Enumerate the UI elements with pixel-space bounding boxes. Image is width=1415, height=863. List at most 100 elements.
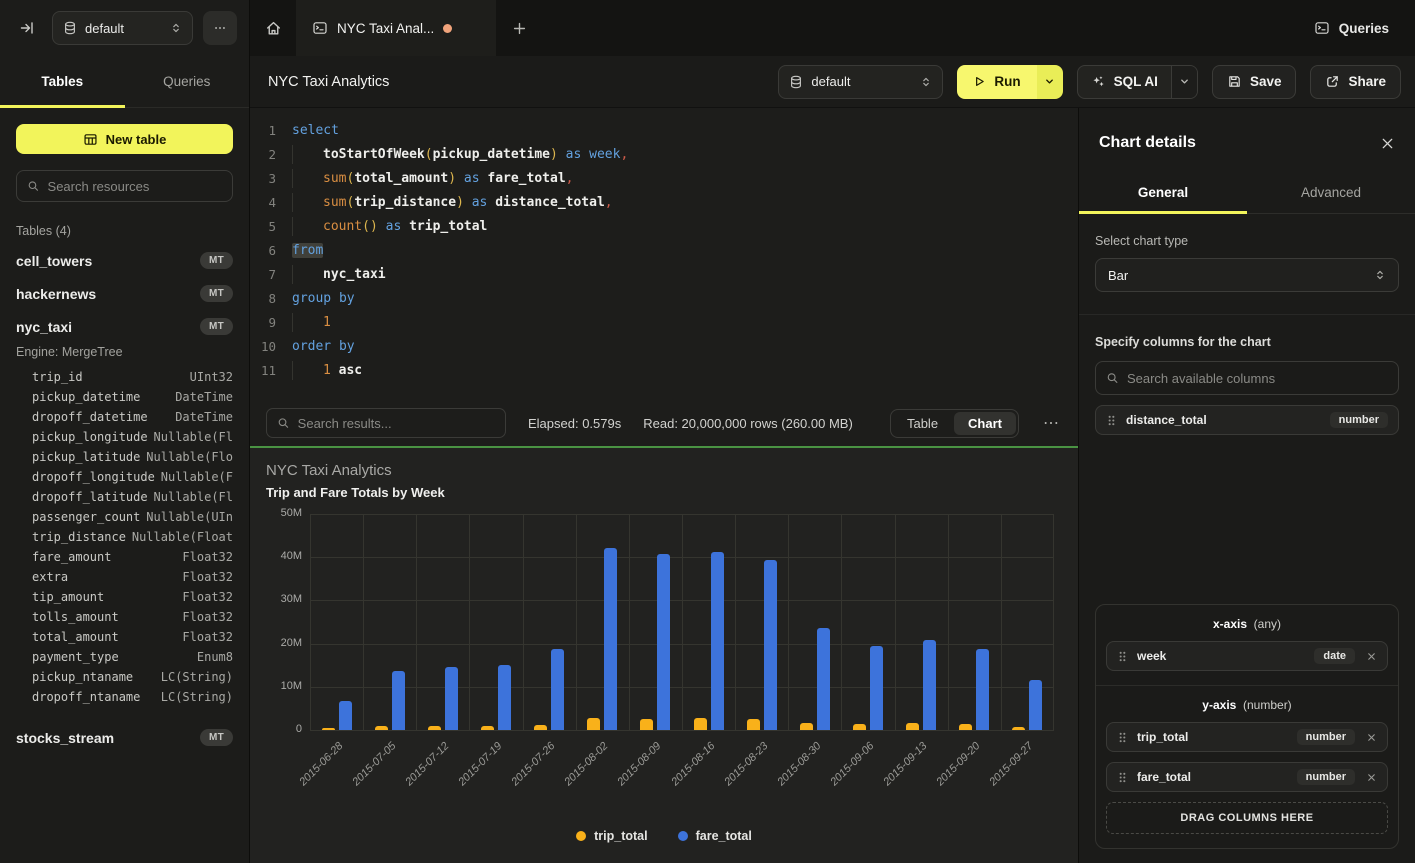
collapse-sidebar-button[interactable] [12, 13, 42, 43]
drag-handle[interactable] [1117, 771, 1128, 784]
editor-line: 1select [250, 118, 1078, 142]
bar-fare_total[interactable] [1029, 680, 1042, 730]
column-name: dropoff_latitude [32, 490, 154, 504]
results-search-input[interactable] [298, 416, 495, 431]
bar-trip_total[interactable] [747, 719, 760, 730]
drag-handle[interactable] [1117, 650, 1128, 663]
column-row: pickup_datetimeDateTime [0, 387, 249, 407]
code-text: 1 [292, 315, 331, 330]
bar-trip_total[interactable] [853, 724, 866, 730]
drop-zone[interactable]: DRAG COLUMNS HERE [1106, 802, 1388, 834]
run-options-button[interactable] [1037, 65, 1063, 99]
sidebar-tab-queries[interactable]: Queries [125, 56, 250, 107]
column-name: trip_distance [32, 530, 132, 544]
chip-type-badge: number [1297, 769, 1355, 785]
columns-search[interactable] [1095, 361, 1399, 395]
sidebar-search-input[interactable] [48, 179, 222, 194]
search-icon [27, 179, 40, 193]
bar-trip_total[interactable] [587, 718, 600, 730]
table-item-hackernews[interactable]: hackernewsMT [0, 277, 249, 310]
y-axis-tick-label: 40M [266, 550, 302, 562]
results-more-button[interactable]: ⋯ [1041, 413, 1062, 433]
column-chip-trip_total[interactable]: trip_totalnumber [1106, 722, 1388, 752]
bar-trip_total[interactable] [534, 725, 547, 730]
bar-trip_total[interactable] [694, 718, 707, 730]
details-tab-general[interactable]: General [1079, 172, 1247, 213]
bar-fare_total[interactable] [817, 628, 830, 730]
bar-fare_total[interactable] [392, 671, 405, 730]
share-button[interactable]: Share [1310, 65, 1401, 99]
sql-ai-button[interactable]: SQL AI [1078, 66, 1171, 98]
column-chip-week[interactable]: weekdate [1106, 641, 1388, 671]
bar-fare_total[interactable] [764, 560, 777, 730]
chart-type-select[interactable]: Bar [1095, 258, 1399, 292]
sidebar-search[interactable] [16, 170, 233, 202]
bar-trip_total[interactable] [428, 726, 441, 730]
code-text: nyc_taxi [292, 267, 386, 282]
column-name: pickup_ntaname [32, 670, 161, 684]
columns-search-input[interactable] [1127, 371, 1388, 386]
bar-trip_total[interactable] [375, 726, 388, 730]
sidebar-tab-tables[interactable]: Tables [0, 56, 125, 107]
sidebar-more-button[interactable] [203, 11, 237, 45]
bar-trip_total[interactable] [640, 719, 653, 730]
bar-fare_total[interactable] [923, 640, 936, 730]
bar-fare_total[interactable] [657, 554, 670, 730]
drag-handle[interactable] [1106, 414, 1117, 427]
sql-ai-options-button[interactable] [1171, 66, 1197, 98]
bar-fare_total[interactable] [445, 667, 458, 730]
sql-editor[interactable]: 1select2toStartOfWeek(pickup_datetime) a… [250, 108, 1078, 400]
bar-trip_total[interactable] [800, 723, 813, 730]
line-number: 7 [250, 267, 292, 282]
bar-fare_total[interactable] [604, 548, 617, 730]
details-tab-advanced[interactable]: Advanced [1247, 172, 1415, 213]
remove-column-button[interactable] [1366, 772, 1377, 783]
gridline-vertical [523, 514, 524, 730]
table-name: hackernews [16, 286, 200, 302]
chevron-down-icon [1044, 76, 1055, 87]
close-panel-button[interactable] [1380, 136, 1395, 151]
select-chevrons-icon [920, 76, 932, 88]
share-label: Share [1348, 74, 1386, 89]
bar-fare_total[interactable] [870, 646, 883, 730]
column-chip-distance_total[interactable]: distance_totalnumber [1095, 405, 1399, 435]
sql-ai-label: SQL AI [1114, 74, 1158, 89]
column-name: dropoff_datetime [32, 410, 175, 424]
view-toggle-table[interactable]: Table [893, 412, 952, 435]
remove-column-button[interactable] [1366, 651, 1377, 662]
bar-fare_total[interactable] [498, 665, 511, 730]
bar-trip_total[interactable] [322, 728, 335, 730]
columns-label: Specify columns for the chart [1095, 335, 1399, 349]
run-button[interactable]: Run [957, 65, 1036, 99]
column-name: passenger_count [32, 510, 146, 524]
legend-item-fare_total[interactable]: fare_total [678, 829, 752, 843]
table-item-cell_towers[interactable]: cell_towersMT [0, 244, 249, 277]
query-tab-active[interactable]: NYC Taxi Anal... [296, 0, 496, 56]
new-table-button[interactable]: New table [16, 124, 233, 154]
bar-trip_total[interactable] [1012, 727, 1025, 730]
bar-trip_total[interactable] [959, 724, 972, 730]
new-tab-button[interactable] [496, 0, 542, 56]
remove-column-button[interactable] [1366, 732, 1377, 743]
column-chip-fare_total[interactable]: fare_totalnumber [1106, 762, 1388, 792]
bar-fare_total[interactable] [711, 552, 724, 730]
home-button[interactable] [250, 0, 296, 56]
new-table-label: New table [106, 132, 167, 147]
run-database-selector[interactable]: default [778, 65, 943, 99]
database-selector[interactable]: default [52, 11, 193, 45]
column-row: passenger_countNullable(UIn [0, 507, 249, 527]
legend-item-trip_total[interactable]: trip_total [576, 829, 647, 843]
chart-plot[interactable] [310, 514, 1054, 730]
bar-fare_total[interactable] [551, 649, 564, 730]
bar-fare_total[interactable] [976, 649, 989, 730]
bar-fare_total[interactable] [339, 701, 352, 730]
save-button[interactable]: Save [1212, 65, 1297, 99]
queries-menu-button[interactable]: Queries [1314, 0, 1389, 56]
results-search[interactable] [266, 408, 506, 438]
table-item-nyc_taxi[interactable]: nyc_taxiMT [0, 310, 249, 343]
table-item-stocks_stream[interactable]: stocks_streamMT [0, 721, 249, 754]
bar-trip_total[interactable] [906, 723, 919, 730]
bar-trip_total[interactable] [481, 726, 494, 730]
drag-handle[interactable] [1117, 731, 1128, 744]
view-toggle-chart[interactable]: Chart [954, 412, 1016, 435]
